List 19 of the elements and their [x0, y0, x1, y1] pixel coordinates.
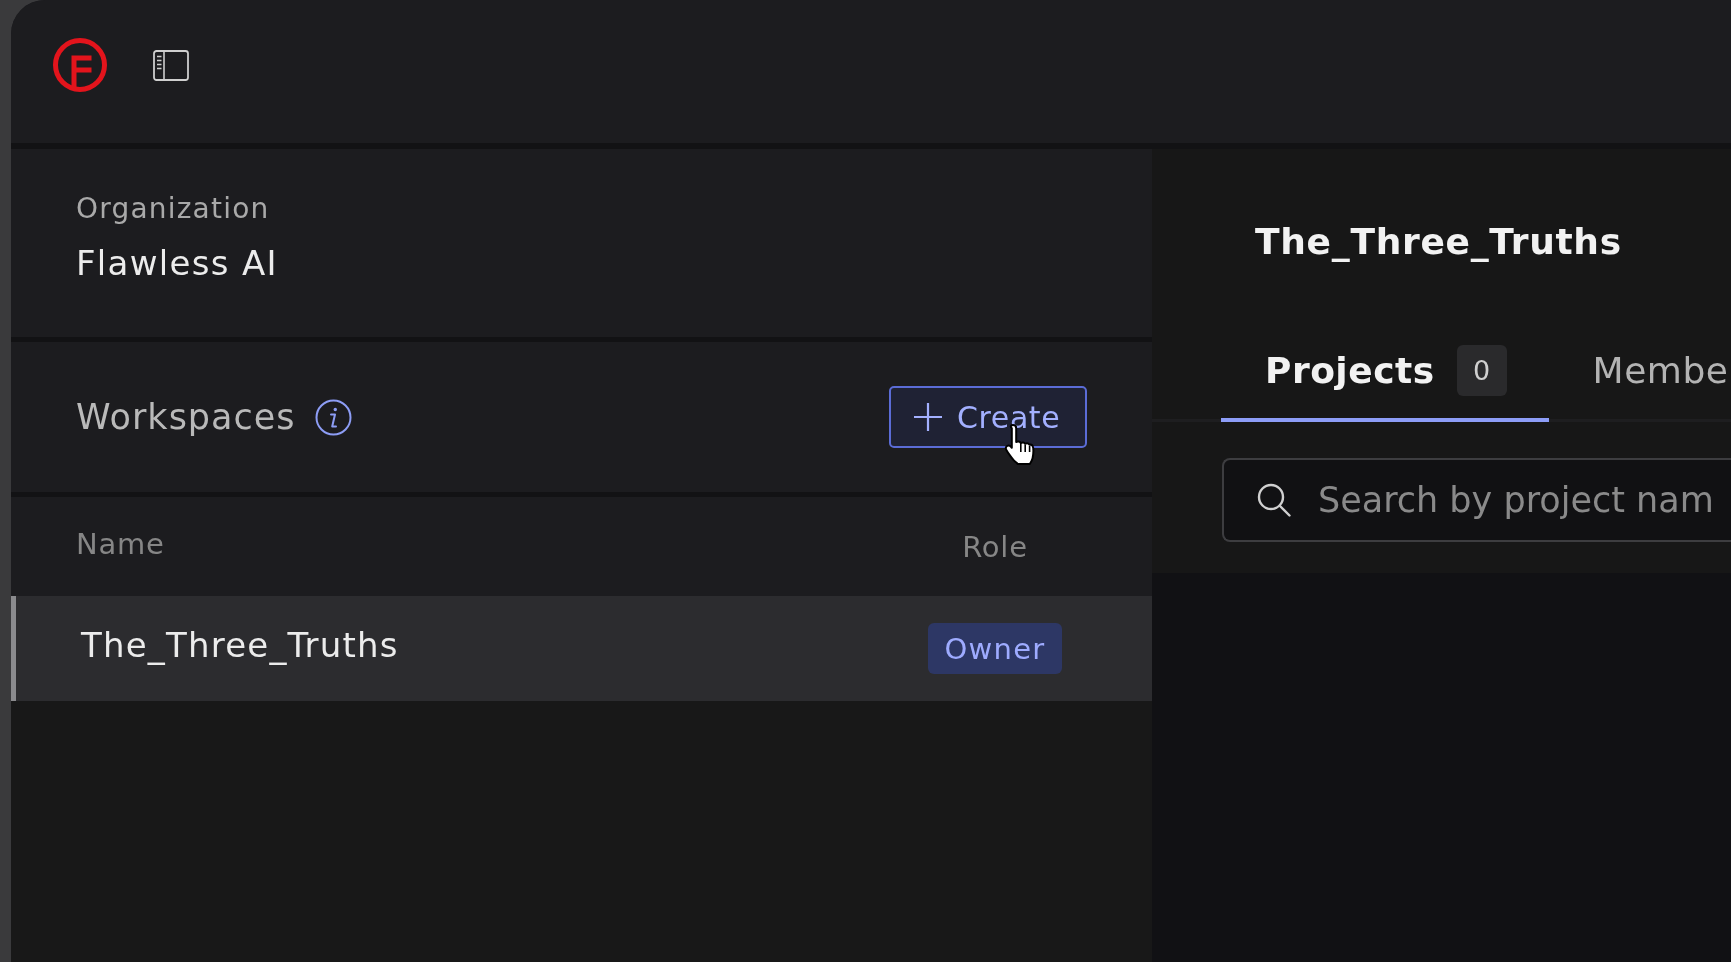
column-header: Name [76, 526, 165, 561]
count-badge: 0 [1456, 345, 1507, 396]
column-header: Role [962, 529, 1028, 564]
tab[interactable]: Membe [1548, 345, 1729, 422]
logo-icon[interactable] [53, 38, 107, 92]
create-button[interactable]: Create [889, 386, 1087, 448]
tab[interactable]: Projects 0 [1221, 345, 1549, 422]
organization-name: Flawless AI [76, 243, 278, 283]
workspace-name: The_Three_Truths [81, 623, 399, 666]
workspace-title: The_Three_Truths [1255, 220, 1622, 264]
plus-icon [913, 402, 943, 432]
organization-label: Organization [76, 192, 270, 226]
workspace-row[interactable]: The_Three_Truths Owner [11, 596, 1152, 701]
search-field[interactable]: Search by project nam [1222, 458, 1731, 542]
info-icon[interactable] [314, 398, 352, 436]
workspaces-heading: Workspaces [76, 396, 296, 438]
sidebar-toggle-icon[interactable] [153, 49, 189, 81]
role-badge: Owner [928, 623, 1062, 674]
search-icon [1257, 483, 1291, 517]
